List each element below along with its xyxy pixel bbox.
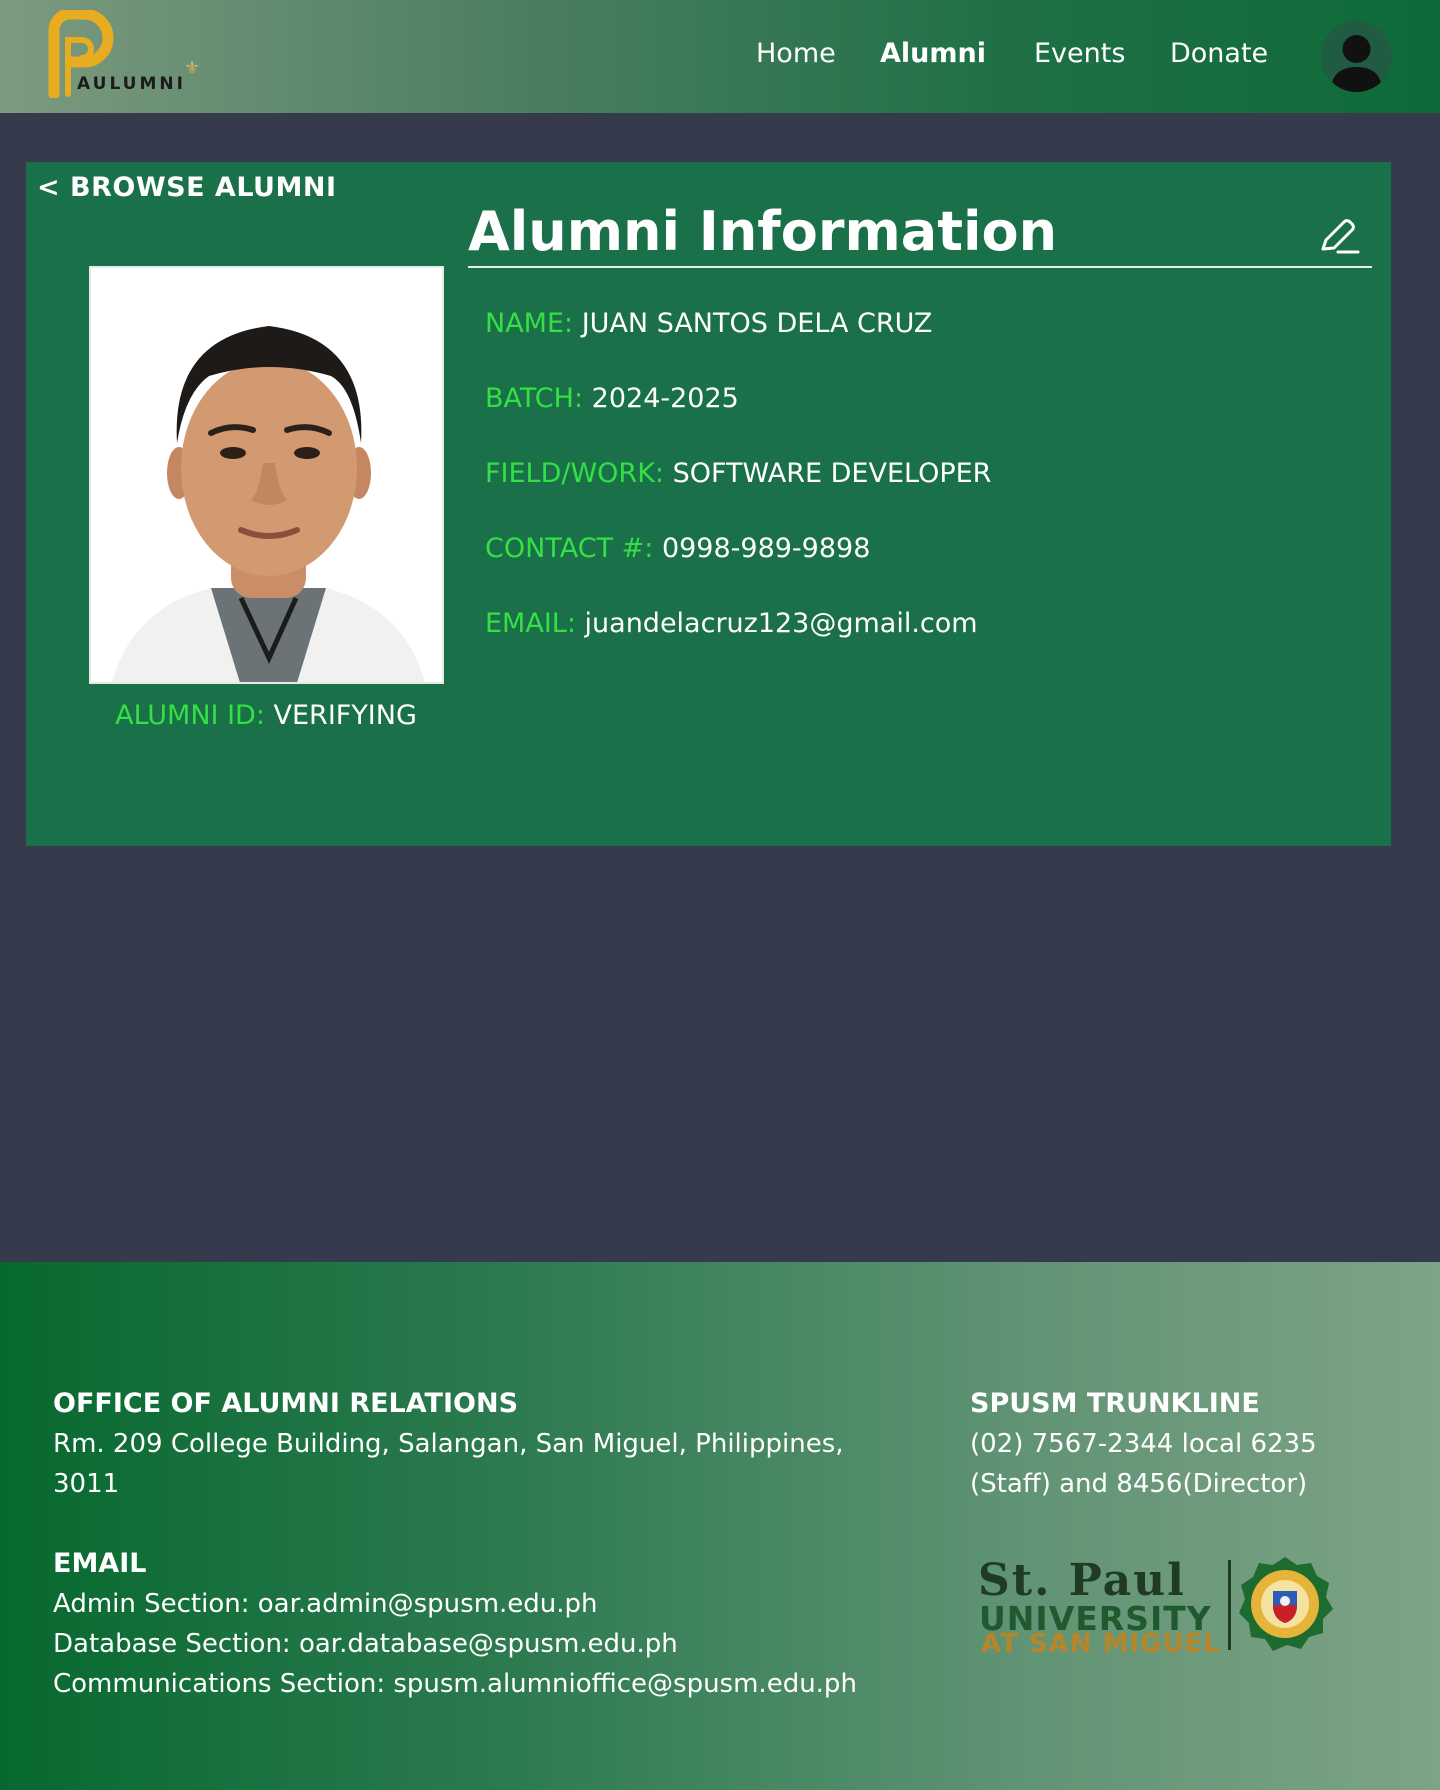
field-email: EMAIL: juandelacruz123@gmail.com bbox=[485, 608, 978, 639]
user-avatar-button[interactable] bbox=[1321, 21, 1392, 92]
field-value: JUAN SANTOS DELA CRUZ bbox=[581, 308, 933, 339]
alumni-id: ALUMNI ID: VERIFYING bbox=[26, 700, 506, 731]
field-label: NAME: bbox=[485, 308, 574, 339]
site-footer: OFFICE OF ALUMNI RELATIONS Rm. 209 Colle… bbox=[0, 1262, 1440, 1790]
email-admin[interactable]: Admin Section: oar.admin@spusm.edu.ph bbox=[53, 1584, 598, 1624]
logo-divider bbox=[1228, 1560, 1231, 1650]
edit-profile-button[interactable] bbox=[1316, 214, 1360, 258]
office-address-line2: 3011 bbox=[53, 1469, 120, 1499]
office-heading: OFFICE OF ALUMNI RELATIONS bbox=[53, 1388, 519, 1419]
alumni-id-label: ALUMNI ID: bbox=[115, 700, 265, 731]
field-label: FIELD/WORK: bbox=[485, 458, 664, 489]
field-name: NAME: JUAN SANTOS DELA CRUZ bbox=[485, 308, 932, 339]
spusm-logo-line3: AT SAN MIGUEL bbox=[981, 1629, 1221, 1659]
email-heading: EMAIL bbox=[53, 1548, 147, 1579]
field-value: 0998-989-9898 bbox=[661, 533, 871, 564]
field-value: SOFTWARE DEVELOPER bbox=[672, 458, 992, 489]
top-navbar: AULUMNI ⚜ Home Alumni Events Donate bbox=[0, 0, 1440, 113]
nav-home-link[interactable]: Home bbox=[756, 38, 836, 69]
field-batch: BATCH: 2024-2025 bbox=[485, 383, 739, 414]
nav-events-link[interactable]: Events bbox=[1034, 38, 1125, 69]
trunkline-heading: SPUSM TRUNKLINE bbox=[970, 1388, 1260, 1419]
trunkline-line2: (Staff) and 8456(Director) bbox=[970, 1469, 1308, 1499]
field-contact: CONTACT #: 0998-989-9898 bbox=[485, 533, 870, 564]
pencil-icon bbox=[1321, 219, 1360, 254]
alumni-id-value: VERIFYING bbox=[273, 700, 417, 731]
field-label: CONTACT #: bbox=[485, 533, 654, 564]
email-database[interactable]: Database Section: oar.database@spusm.edu… bbox=[53, 1624, 678, 1664]
nav-alumni-link[interactable]: Alumni bbox=[880, 38, 986, 69]
field-label: BATCH: bbox=[485, 383, 584, 414]
trunkline-line1: (02) 7567-2344 local 6235 bbox=[970, 1429, 1317, 1459]
field-value: 2024-2025 bbox=[591, 383, 739, 414]
field-work: FIELD/WORK: SOFTWARE DEVELOPER bbox=[485, 458, 991, 489]
title-divider bbox=[468, 266, 1372, 268]
alumni-profile-card: < BROWSE ALUMNI ALUMNI ID: VERIFYING Alu… bbox=[26, 162, 1391, 846]
alumni-photo bbox=[89, 266, 444, 684]
browse-alumni-link[interactable]: < BROWSE ALUMNI bbox=[37, 172, 337, 203]
portrait-image bbox=[91, 268, 442, 682]
field-value[interactable]: juandelacruz123@gmail.com bbox=[585, 608, 978, 639]
field-label: EMAIL: bbox=[485, 608, 576, 639]
nav-donate-link[interactable]: Donate bbox=[1170, 38, 1268, 69]
university-seal-icon bbox=[1239, 1557, 1333, 1651]
main-nav: Home Alumni Events Donate bbox=[0, 38, 1440, 78]
user-icon bbox=[1331, 35, 1382, 92]
spusm-logo: St. Paul UNIVERSITY AT SAN MIGUEL bbox=[975, 1555, 1335, 1659]
page-title: Alumni Information bbox=[468, 200, 1058, 263]
email-communications[interactable]: Communications Section: spusm.alumnioffi… bbox=[53, 1664, 857, 1704]
office-address-line1: Rm. 209 College Building, Salangan, San … bbox=[53, 1429, 844, 1459]
